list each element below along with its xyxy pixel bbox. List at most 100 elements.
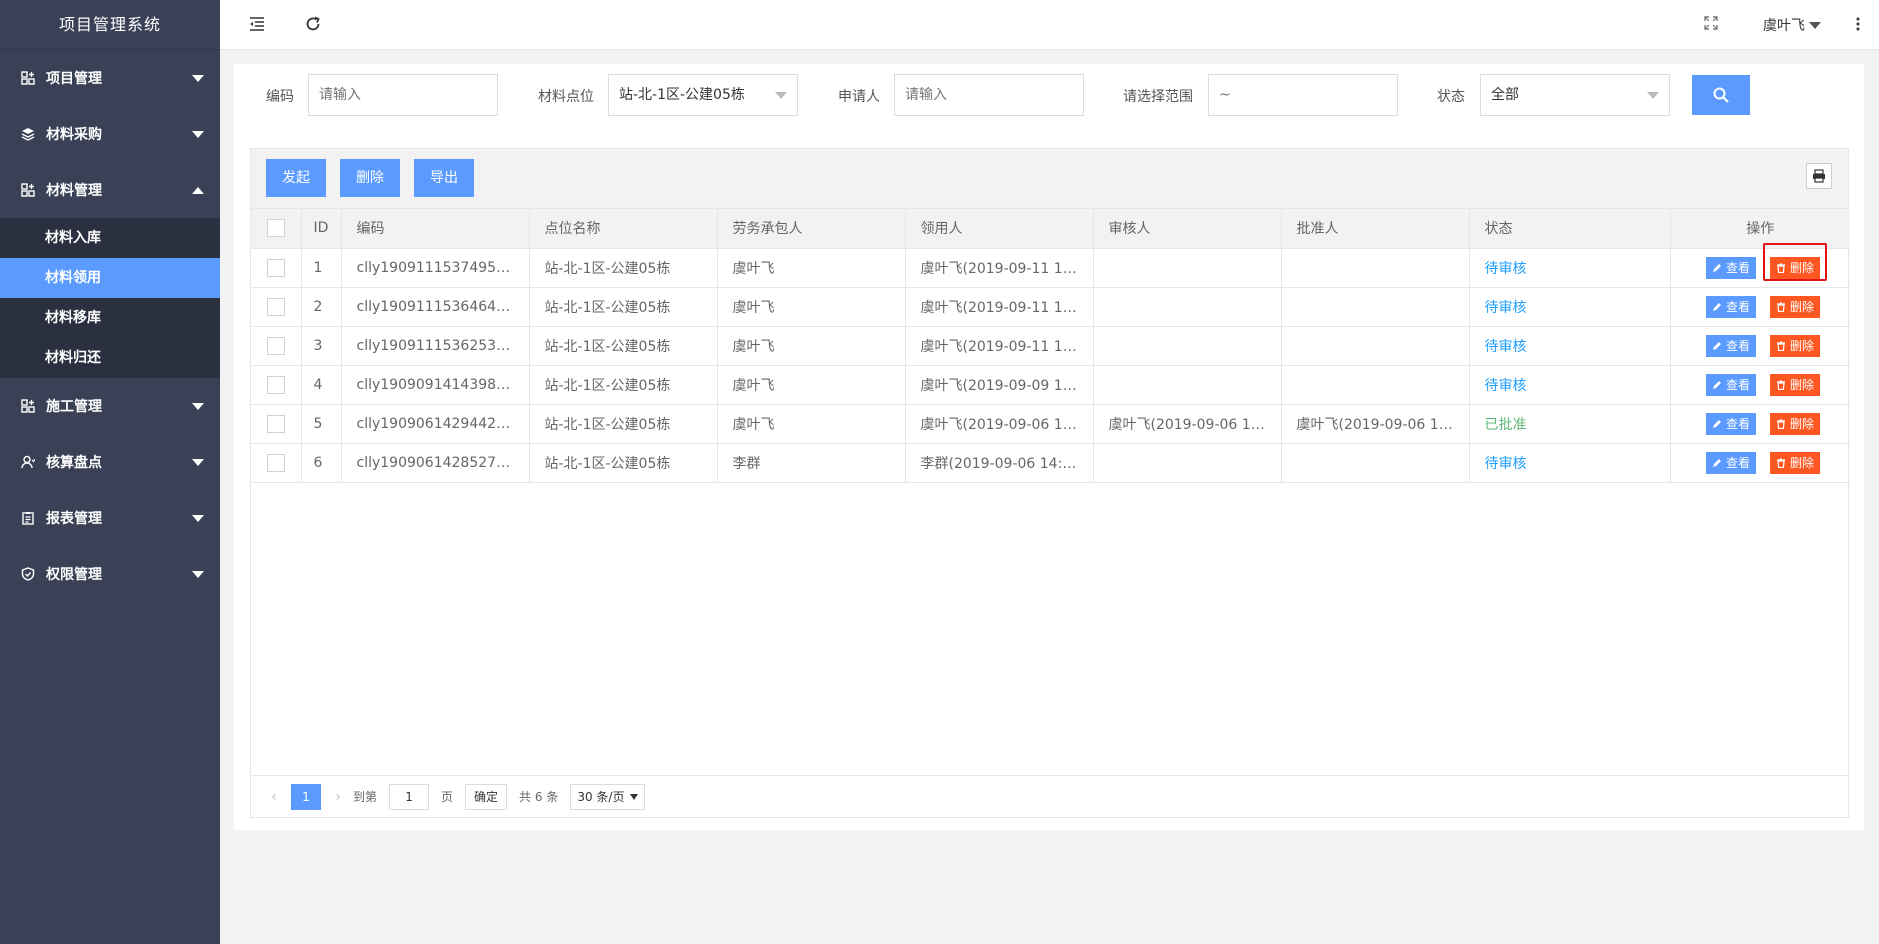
sidebar-item-permission-management[interactable]: 权限管理 xyxy=(0,546,220,602)
cell-status: 待审核 xyxy=(1469,326,1671,366)
delete-button[interactable]: 删除 xyxy=(1769,412,1820,435)
sidebar-item-construction-management[interactable]: 施工管理 xyxy=(0,378,220,434)
row-select-cell xyxy=(251,326,302,366)
refresh-icon[interactable] xyxy=(304,15,324,35)
cell-receiver: 虞叶飞(2019-09-11 15:… xyxy=(905,287,1094,327)
edit-icon xyxy=(1712,263,1721,272)
caret-down-icon xyxy=(1809,21,1821,29)
cell-code: clly190911153625380 xyxy=(341,326,530,366)
cell-status: 待审核 xyxy=(1469,365,1671,405)
row-checkbox[interactable] xyxy=(266,336,285,355)
menu-collapse-icon[interactable] xyxy=(248,15,268,35)
row-checkbox[interactable] xyxy=(266,375,285,394)
view-button-label: 查看 xyxy=(1725,455,1750,470)
row-checkbox[interactable] xyxy=(266,414,285,433)
more-vertical-icon[interactable] xyxy=(1855,15,1865,35)
cell-actions: 查看 删除 xyxy=(1670,326,1850,366)
sidebar-subitem-material-return[interactable]: 材料归还 xyxy=(0,338,220,378)
cell-code: clly190911153646453 xyxy=(341,287,530,327)
delete-button-label: 删除 xyxy=(1789,260,1814,275)
sidebar-subitem-material-transfer[interactable]: 材料移库 xyxy=(0,298,220,338)
goto-confirm-button[interactable]: 确定 xyxy=(465,783,508,810)
print-button[interactable] xyxy=(1806,163,1832,189)
shield-icon xyxy=(20,566,36,582)
cell-id: 4 xyxy=(301,365,342,405)
fullscreen-icon[interactable] xyxy=(1703,15,1723,35)
grid-icon xyxy=(20,70,36,86)
sidebar-item-report-management[interactable]: 报表管理 xyxy=(0,490,220,546)
sidebar-subitem-material-inbound[interactable]: 材料入库 xyxy=(0,218,220,258)
search-button[interactable] xyxy=(1692,75,1750,115)
view-button-label: 查看 xyxy=(1725,260,1750,275)
col-header-point: 点位名称 xyxy=(529,209,718,249)
user-menu[interactable]: 虞叶飞 xyxy=(1763,15,1821,35)
view-button[interactable]: 查看 xyxy=(1705,373,1756,396)
prev-page-icon[interactable]: ‹ xyxy=(265,789,283,805)
grid-icon xyxy=(20,182,36,198)
view-button-label: 查看 xyxy=(1725,416,1750,431)
cell-code: clly190909141439838 xyxy=(341,365,530,405)
cell-approver: 虞叶飞(2019-09-06 14:… xyxy=(1281,404,1470,444)
cell-receiver: 虞叶飞(2019-09-11 15:… xyxy=(905,248,1094,288)
code-label: 编码 xyxy=(266,89,294,105)
edit-icon xyxy=(1712,458,1721,467)
row-checkbox[interactable] xyxy=(266,258,285,277)
view-button[interactable]: 查看 xyxy=(1705,451,1756,474)
delete-button[interactable]: 删除 xyxy=(1769,256,1820,279)
start-button[interactable]: 发起 xyxy=(266,159,326,197)
view-button[interactable]: 查看 xyxy=(1705,295,1756,318)
table-row: 6 clly190906142852765 站-北-1区-公建05栋 李群 李群(201… xyxy=(251,443,1850,483)
submenu-material-management: 材料入库 材料领用 材料移库 材料归还 xyxy=(0,218,220,378)
cell-code: clly190906142852765 xyxy=(341,443,530,483)
code-input[interactable] xyxy=(308,74,498,116)
row-checkbox[interactable] xyxy=(266,453,285,472)
export-button[interactable]: 导出 xyxy=(414,159,474,197)
cell-point: 站-北-1区-公建05栋 xyxy=(529,443,718,483)
status-select[interactable]: 全部 xyxy=(1480,74,1670,116)
page-size-value: 30 条/页 xyxy=(577,789,625,804)
cell-reviewer xyxy=(1093,287,1282,327)
top-bar: 虞叶飞 xyxy=(220,0,1879,50)
sidebar-item-material-management[interactable]: 材料管理 xyxy=(0,162,220,218)
goto-label: 到第 xyxy=(353,790,378,804)
sidebar-item-project-management[interactable]: 项目管理 xyxy=(0,50,220,106)
cell-point: 站-北-1区-公建05栋 xyxy=(529,326,718,366)
page-number-current[interactable]: 1 xyxy=(291,783,321,810)
cell-approver xyxy=(1281,248,1470,288)
range-label: 请选择范围 xyxy=(1123,89,1193,105)
delete-button[interactable]: 删除 xyxy=(1769,295,1820,318)
row-checkbox[interactable] xyxy=(266,297,285,316)
view-button[interactable]: 查看 xyxy=(1705,256,1756,279)
page-size-select[interactable]: 30 条/页 xyxy=(570,783,646,810)
sidebar-subitem-material-requisition[interactable]: 材料领用 xyxy=(0,258,220,298)
point-select[interactable]: 站-北-1区-公建05栋 xyxy=(608,74,798,116)
sidebar-item-accounting-inventory[interactable]: 核算盘点 xyxy=(0,434,220,490)
view-button[interactable]: 查看 xyxy=(1705,334,1756,357)
next-page-icon[interactable]: › xyxy=(329,789,347,805)
delete-button[interactable]: 删除 xyxy=(1769,373,1820,396)
batch-delete-button[interactable]: 删除 xyxy=(340,159,400,197)
app-title: 项目管理系统 xyxy=(0,0,220,50)
cell-approver xyxy=(1281,365,1470,405)
col-header-receiver: 领用人 xyxy=(905,209,1094,249)
edit-icon xyxy=(1712,341,1721,350)
caret-down-icon xyxy=(192,402,204,410)
cell-reviewer: 虞叶飞(2019-09-06 14:… xyxy=(1093,404,1282,444)
applicant-input[interactable] xyxy=(894,74,1084,116)
sidebar-item-material-purchase[interactable]: 材料采购 xyxy=(0,106,220,162)
select-all-checkbox[interactable] xyxy=(266,219,285,238)
view-button-label: 查看 xyxy=(1725,299,1750,314)
delete-button-label: 删除 xyxy=(1789,338,1814,353)
delete-button[interactable]: 删除 xyxy=(1769,334,1820,357)
cell-contractor: 虞叶飞 xyxy=(717,326,906,366)
goto-page-input[interactable] xyxy=(389,783,430,810)
table-row: 4 clly190909141439838 站-北-1区-公建05栋 虞叶飞 虞叶飞(2… xyxy=(251,365,1850,405)
delete-button[interactable]: 删除 xyxy=(1769,451,1820,474)
view-button[interactable]: 查看 xyxy=(1705,412,1756,435)
point-label: 材料点位 xyxy=(538,89,594,105)
caret-down-icon xyxy=(192,74,204,82)
cell-contractor: 虞叶飞 xyxy=(717,287,906,327)
sidebar-item-label: 报表管理 xyxy=(46,511,102,527)
date-range-input[interactable] xyxy=(1208,74,1398,116)
requisition-table: ID 编码 点位名称 劳务承包人 领用人 审核人 批准人 状态 操作 1 clly… xyxy=(251,209,1850,483)
